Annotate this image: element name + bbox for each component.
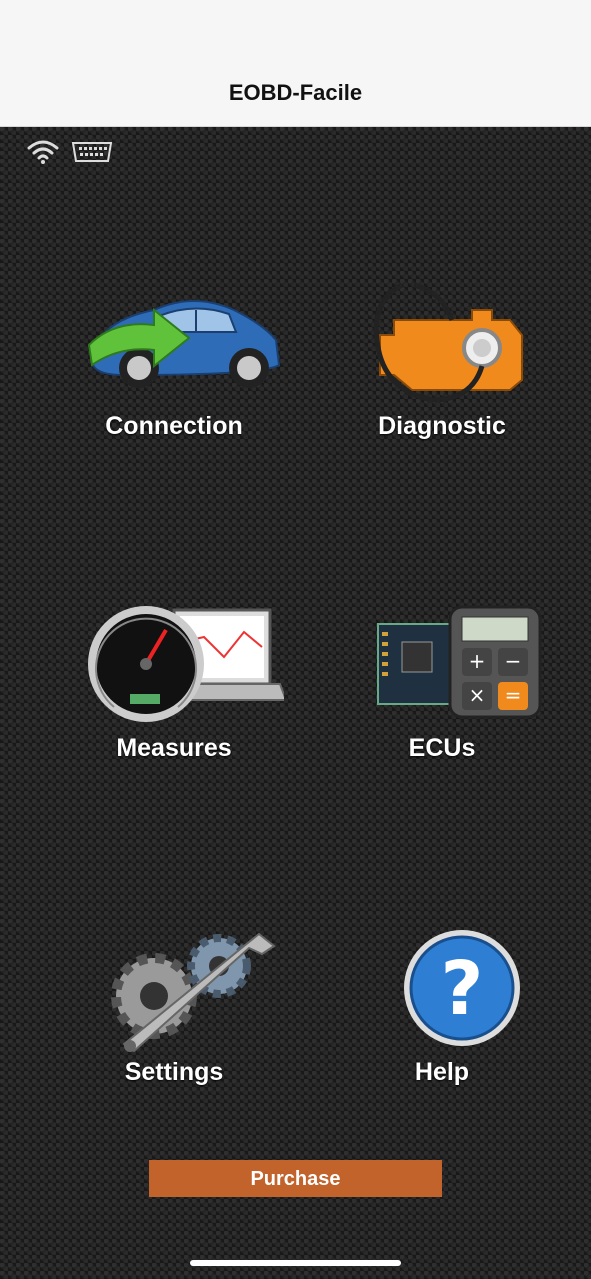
tile-label: Connection	[105, 412, 243, 440]
obd-connector-icon	[71, 142, 113, 162]
svg-text:?: ?	[441, 946, 484, 1032]
tile-label: Diagnostic	[378, 412, 506, 440]
tile-label: Measures	[116, 734, 232, 762]
gears-wrench-icon	[111, 932, 276, 1053]
svg-text:+: +	[469, 649, 486, 673]
tile-connection[interactable]: Connection	[44, 280, 304, 441]
status-icons	[27, 140, 113, 164]
svg-text:=: =	[505, 683, 522, 707]
tile-label: Settings	[124, 1058, 224, 1086]
tile-help[interactable]: ? Help	[312, 926, 572, 1087]
home-indicator[interactable]	[190, 1260, 401, 1266]
tile-label: ECUs	[408, 734, 476, 762]
tile-ecus[interactable]: + − × = ECUs	[312, 602, 572, 763]
tile-settings[interactable]: Settings	[44, 926, 304, 1087]
car-connection-icon	[87, 300, 281, 388]
circuit-calculator-icon: + − × =	[377, 605, 542, 719]
tile-measures[interactable]: Measures	[44, 602, 304, 763]
engine-stethoscope-icon	[373, 282, 523, 403]
tile-label: Help	[414, 1058, 470, 1086]
speedometer-laptop-icon	[88, 606, 284, 722]
tile-diagnostic[interactable]: Diagnostic	[312, 280, 572, 441]
svg-text:−: −	[505, 649, 522, 673]
app-header: EOBD-Facile	[0, 0, 591, 127]
svg-text:×: ×	[469, 683, 486, 707]
purchase-button[interactable]: Purchase	[149, 1160, 442, 1197]
app-title: EOBD-Facile	[228, 80, 363, 105]
wifi-icon	[27, 140, 59, 164]
question-mark-icon: ?	[404, 930, 520, 1046]
